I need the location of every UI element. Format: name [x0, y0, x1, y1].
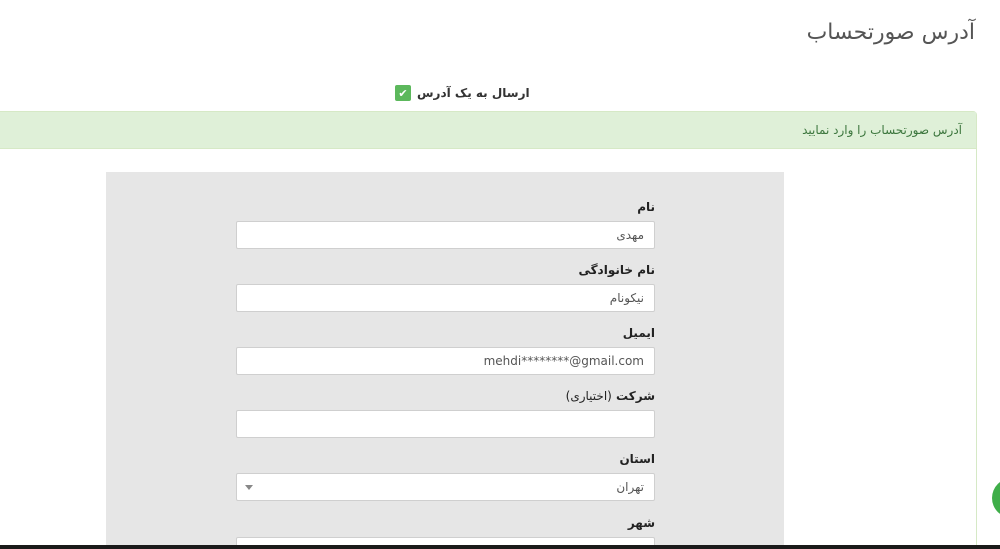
company-label: شرکت (اختیاری) [566, 389, 655, 403]
first-name-label: نام [637, 200, 655, 214]
ship-to-one-checkbox[interactable]: ✔ [395, 85, 411, 101]
city-label: شهر [627, 516, 655, 530]
company-label-text: شرکت [616, 389, 655, 403]
caret-down-icon [245, 485, 253, 490]
last-name-input[interactable]: نیکونام [236, 284, 655, 312]
company-optional-text: (اختیاری) [565, 389, 612, 403]
last-name-value: نیکونام [609, 291, 644, 305]
email-label: ایمیل [622, 326, 655, 340]
email-input[interactable]: mehdi********@gmail.com [236, 347, 655, 375]
page-title: آدرس صورتحساب [806, 20, 975, 45]
panel-heading: آدرس صورتحساب را وارد نمایید [0, 112, 976, 149]
province-select[interactable]: تهران [236, 473, 655, 501]
chat-bubble-icon[interactable] [992, 478, 1000, 518]
province-label: استان [619, 452, 655, 466]
ship-to-one-label: ارسال به یک آدرس [417, 86, 530, 100]
first-name-input[interactable]: مهدی [236, 221, 655, 249]
check-icon: ✔ [398, 86, 408, 100]
panel-heading-text: آدرس صورتحساب را وارد نمایید [802, 123, 962, 137]
company-input[interactable] [236, 410, 655, 438]
ship-to-one-address[interactable]: ✔ ارسال به یک آدرس [395, 84, 530, 102]
province-selected-value: تهران [616, 480, 644, 494]
first-name-value: مهدی [616, 228, 644, 242]
last-name-label: نام خانوادگی [578, 263, 655, 277]
email-value: mehdi********@gmail.com [483, 354, 644, 368]
bottom-edge-bar [0, 545, 1000, 549]
